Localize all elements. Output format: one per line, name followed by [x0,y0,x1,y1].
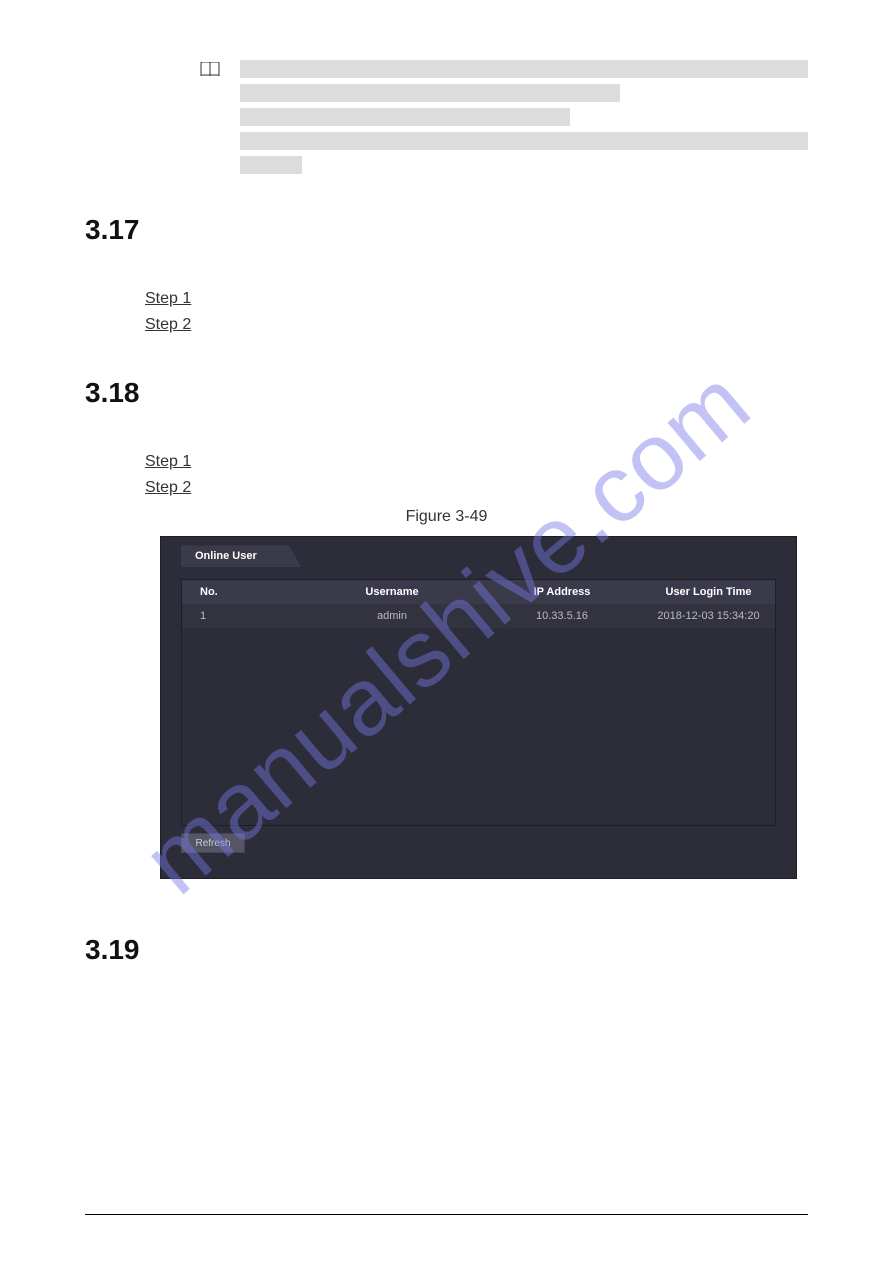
redacted-line [240,84,620,102]
table-header-row: No. Username IP Address User Login Time [182,580,775,604]
online-user-table: No. Username IP Address User Login Time … [181,579,776,826]
column-header-login-time: User Login Time [642,586,775,598]
column-header-no: No. [182,586,302,598]
footer-divider [85,1214,808,1215]
cell-no: 1 [182,610,302,622]
step-block-3-18: Step 1 Step 2 [145,449,808,500]
table-row[interactable]: 1 admin 10.33.5.16 2018-12-03 15:34:20 [182,604,775,628]
note-block [200,60,808,174]
column-header-ip: IP Address [482,586,642,598]
cell-ip: 10.33.5.16 [482,610,642,622]
note-redacted-lines [240,60,808,174]
cell-login-time: 2018-12-03 15:34:20 [642,610,775,622]
step-link[interactable]: Step 1 [145,286,808,312]
step-link[interactable]: Step 1 [145,449,808,475]
redacted-line [240,60,808,78]
app-screenshot: Online User No. Username IP Address User… [160,536,797,879]
figure-caption: Figure 3-49 [85,508,808,526]
step-link[interactable]: Step 2 [145,475,808,501]
section-heading-3-17: 3.17 [85,214,808,246]
redacted-line [240,156,302,174]
cell-username: admin [302,610,482,622]
section-heading-3-19: 3.19 [85,934,808,966]
redacted-line [240,132,808,150]
tab-online-user[interactable]: Online User [181,545,301,567]
step-block-3-17: Step 1 Step 2 [145,286,808,337]
column-header-username: Username [302,586,482,598]
book-icon [200,62,220,174]
section-heading-3-18: 3.18 [85,377,808,409]
redacted-line [240,108,570,126]
refresh-button[interactable]: Refresh [181,833,245,853]
step-link[interactable]: Step 2 [145,312,808,338]
